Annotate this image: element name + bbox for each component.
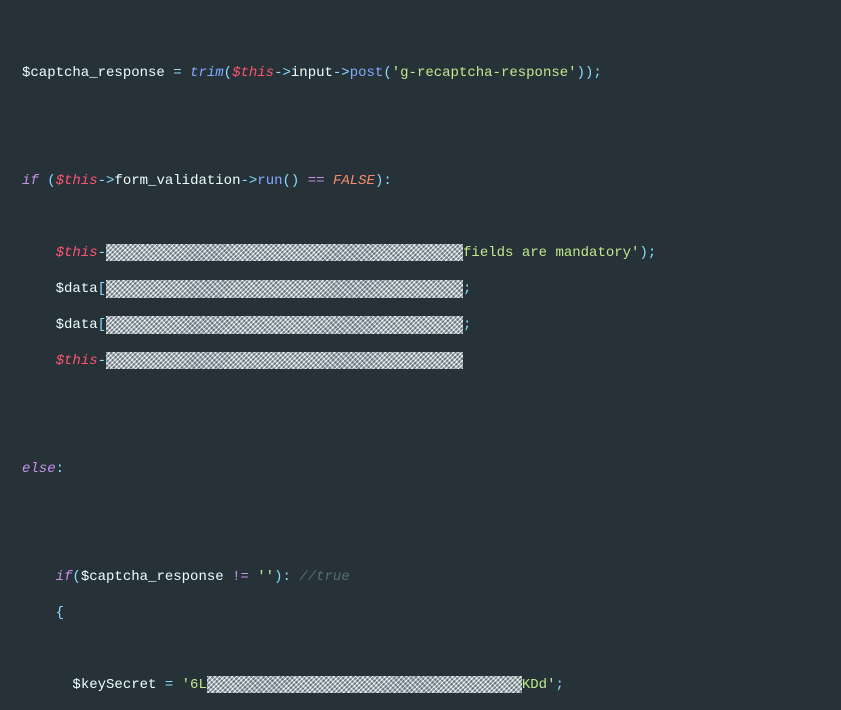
code-line: { xyxy=(22,604,841,622)
variable: $data xyxy=(56,317,98,333)
function-call: trim xyxy=(190,65,224,81)
redacted-region xyxy=(106,316,463,334)
keyword: if xyxy=(56,569,73,585)
this-ref: $this xyxy=(56,353,98,369)
code-line: $this-fields are mandatory'); xyxy=(22,244,841,262)
redacted-region xyxy=(106,280,463,298)
variable: $captcha_response xyxy=(81,569,224,585)
this-ref: $this xyxy=(56,173,98,189)
variable: $keySecret xyxy=(72,677,156,693)
redacted-region xyxy=(106,244,463,261)
constant: FALSE xyxy=(333,173,375,189)
code-line: $captcha_response = trim($this->input->p… xyxy=(22,64,841,82)
redacted-region xyxy=(106,352,463,369)
code-line: $this- xyxy=(22,352,841,370)
comment: //true xyxy=(299,569,349,585)
variable: $data xyxy=(56,281,98,297)
punctuation: ; xyxy=(555,677,563,693)
code-line: $data[; xyxy=(22,316,841,334)
code-line: else: xyxy=(22,460,841,478)
code-line: if ($this->form_validation->run() == FAL… xyxy=(22,172,841,190)
keyword: if xyxy=(22,173,39,189)
code-line: if($captcha_response != ''): //true xyxy=(22,568,841,586)
variable: $captcha_response xyxy=(22,65,165,81)
property: input xyxy=(291,65,333,81)
code-line: $keySecret = '6LKDd'; xyxy=(22,676,841,694)
keyword: else xyxy=(22,461,56,477)
redacted-region xyxy=(207,676,522,693)
this-ref: $this xyxy=(232,65,274,81)
code-line: $data[; xyxy=(22,280,841,298)
punctuation: ; xyxy=(463,281,471,297)
string-literal: 'g-recaptcha-response' xyxy=(392,65,577,81)
string-literal: KDd' xyxy=(522,677,556,693)
punctuation: ; xyxy=(463,317,471,333)
string-literal: '6L xyxy=(182,677,207,693)
punctuation: ); xyxy=(639,245,656,261)
method: post xyxy=(350,65,384,81)
property: form_validation xyxy=(114,173,240,189)
this-ref: $this xyxy=(56,245,98,261)
code-editor[interactable]: $captcha_response = trim($this->input->p… xyxy=(0,0,841,710)
string-literal: fields are mandatory' xyxy=(463,245,639,261)
operator: != xyxy=(232,569,249,585)
method: run xyxy=(257,173,282,189)
string-literal: '' xyxy=(257,569,274,585)
operator: == xyxy=(308,173,325,189)
